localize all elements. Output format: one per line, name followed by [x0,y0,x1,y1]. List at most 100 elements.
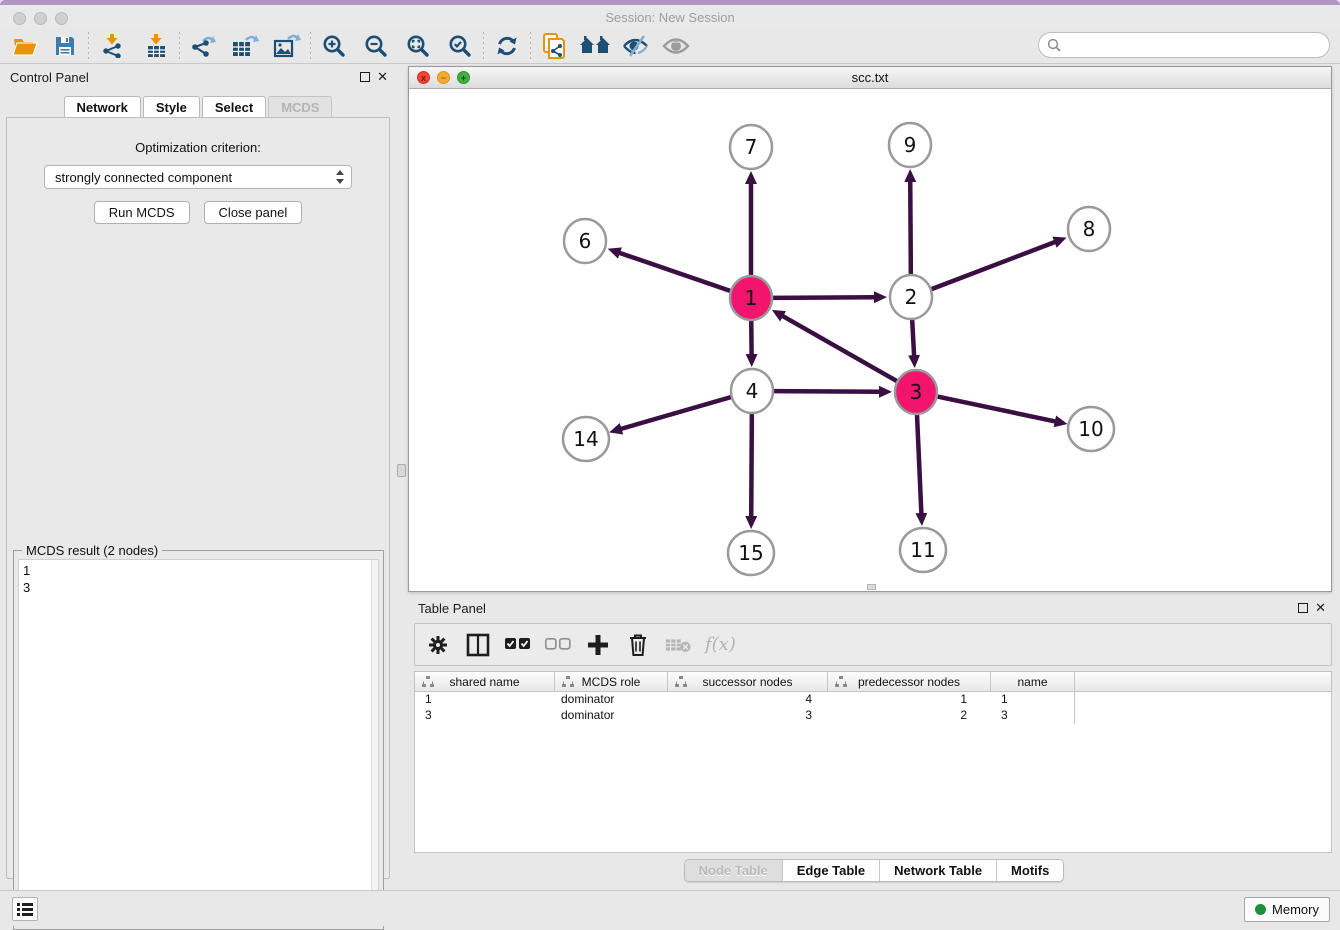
export-table-icon[interactable] [228,31,262,61]
cell-name[interactable]: 1 [991,692,1075,708]
graph-edge-4-14[interactable] [621,397,731,429]
tab-network-table[interactable]: Network Table [880,860,997,881]
cell-predecessor-nodes[interactable]: 1 [828,692,991,708]
control-panel-tabs: Network Style Select MCDS [0,96,396,119]
table-toolbar: f(x) [414,623,1332,666]
table-row[interactable]: 3 dominator 3 2 3 [415,708,1331,724]
cell-predecessor-nodes[interactable]: 2 [828,708,991,724]
optimization-criterion-select[interactable]: strongly connected component [44,165,352,189]
graph[interactable]: 7968124314101511 [409,89,1331,591]
attribute-icon [562,676,574,688]
toolbar-separator [530,32,531,60]
add-column-icon[interactable] [585,631,611,659]
tab-node-table[interactable]: Node Table [685,860,783,881]
tab-select[interactable]: Select [202,96,266,119]
select-spinner-icon [335,169,345,185]
network-view-window: x − + scc.txt 7968124314101511 [408,66,1332,592]
tab-mcds[interactable]: MCDS [268,96,332,119]
column-header-shared-name[interactable]: shared name [415,672,555,691]
select-all-checkboxes-icon[interactable] [505,631,531,659]
import-network-icon[interactable] [95,31,129,61]
table-settings-icon[interactable] [425,631,451,659]
column-header-mcds-role[interactable]: MCDS role [555,672,668,691]
delete-column-icon[interactable] [625,631,651,659]
column-label: shared name [449,675,519,689]
graph-edge-1-2[interactable] [773,297,875,298]
import-table-icon[interactable] [139,31,173,61]
column-header-successor-nodes[interactable]: successor nodes [668,672,828,691]
tab-edge-table[interactable]: Edge Table [783,860,880,881]
zoom-selected-icon[interactable] [443,31,477,61]
zoom-out-icon[interactable] [359,31,393,61]
result-line: 3 [23,579,374,596]
toolbar-separator [310,32,311,60]
control-panel-header: Control Panel ✕ [0,64,396,90]
cell-name[interactable]: 3 [991,708,1075,724]
graph-edge-1-6[interactable] [619,253,730,291]
run-mcds-button[interactable]: Run MCDS [94,201,190,224]
tab-style[interactable]: Style [143,96,200,119]
graph-edge-3-1[interactable] [782,316,897,381]
graph-edge-2-3[interactable] [912,319,914,356]
graph-edge-4-3[interactable] [774,391,880,392]
graph-node-label: 3 [910,380,923,404]
delete-table-icon [665,631,691,659]
attribute-icon [675,676,687,688]
apply-function-icon: f(x) [705,634,736,655]
mcds-tab-content: Optimization criterion: strongly connect… [6,117,390,879]
cell-successor-nodes[interactable]: 4 [668,692,828,708]
save-session-icon[interactable] [48,31,82,61]
float-panel-icon[interactable] [1298,603,1308,613]
tab-motifs[interactable]: Motifs [997,860,1063,881]
column-header-predecessor-nodes[interactable]: predecessor nodes [828,672,991,691]
graph-edge-2-8[interactable] [932,242,1056,289]
column-header-name[interactable]: name [991,672,1075,691]
open-session-icon[interactable] [8,31,42,61]
network-resize-handle[interactable] [867,584,876,590]
cell-successor-nodes[interactable]: 3 [668,708,828,724]
clone-network-icon[interactable] [537,31,571,61]
cell-shared-name[interactable]: 3 [415,708,555,724]
cell-mcds-role[interactable]: dominator [555,708,668,724]
control-panel: Control Panel ✕ Network Style Select MCD… [0,64,396,890]
graph-node-label: 14 [573,427,598,451]
close-panel-button[interactable]: Close panel [204,201,303,224]
export-image-icon[interactable] [270,31,304,61]
refresh-layout-icon[interactable] [490,31,524,61]
panel-splitter-handle[interactable] [397,464,406,477]
zoom-fit-icon[interactable] [401,31,435,61]
cell-shared-name[interactable]: 1 [415,692,555,708]
hide-selected-icon[interactable] [619,31,653,61]
export-network-icon[interactable] [186,31,220,61]
task-history-button[interactable] [12,897,38,921]
close-panel-icon[interactable]: ✕ [1315,600,1326,616]
table-panel-header: Table Panel ✕ [408,595,1340,621]
window-title: Session: New Session [0,10,1340,25]
node-table[interactable]: shared name MCDS role successor nodes pr… [414,671,1332,853]
memory-button[interactable]: Memory [1244,897,1330,922]
application-window: Session: New Session [0,0,1340,926]
tab-network[interactable]: Network [64,96,141,119]
graph-node-label: 6 [579,229,592,253]
mcds-result-text[interactable]: 1 3 [18,559,379,925]
toolbar-separator [88,32,89,60]
table-row[interactable]: 1 dominator 4 1 1 [415,692,1331,708]
network-canvas[interactable]: 7968124314101511 [409,89,1331,591]
first-neighbors-icon[interactable] [579,31,613,61]
deselect-all-checkboxes-icon[interactable] [545,631,571,659]
titlebar[interactable]: Session: New Session [0,5,1340,28]
column-visibility-icon[interactable] [465,631,491,659]
toolbar-separator [179,32,180,60]
toolbar-search[interactable] [1038,32,1330,58]
result-scrollbar[interactable] [371,560,378,924]
float-panel-icon[interactable] [360,72,370,82]
graph-edge-3-10[interactable] [938,397,1056,422]
network-window-titlebar[interactable]: x − + scc.txt [409,67,1331,89]
graph-edge-3-11[interactable] [917,414,921,514]
search-input[interactable] [1065,35,1329,55]
graph-edge-2-9[interactable] [910,181,911,275]
cell-mcds-role[interactable]: dominator [555,692,668,708]
close-panel-icon[interactable]: ✕ [377,69,388,85]
zoom-in-icon[interactable] [317,31,351,61]
graph-edge-4-15[interactable] [751,413,752,517]
